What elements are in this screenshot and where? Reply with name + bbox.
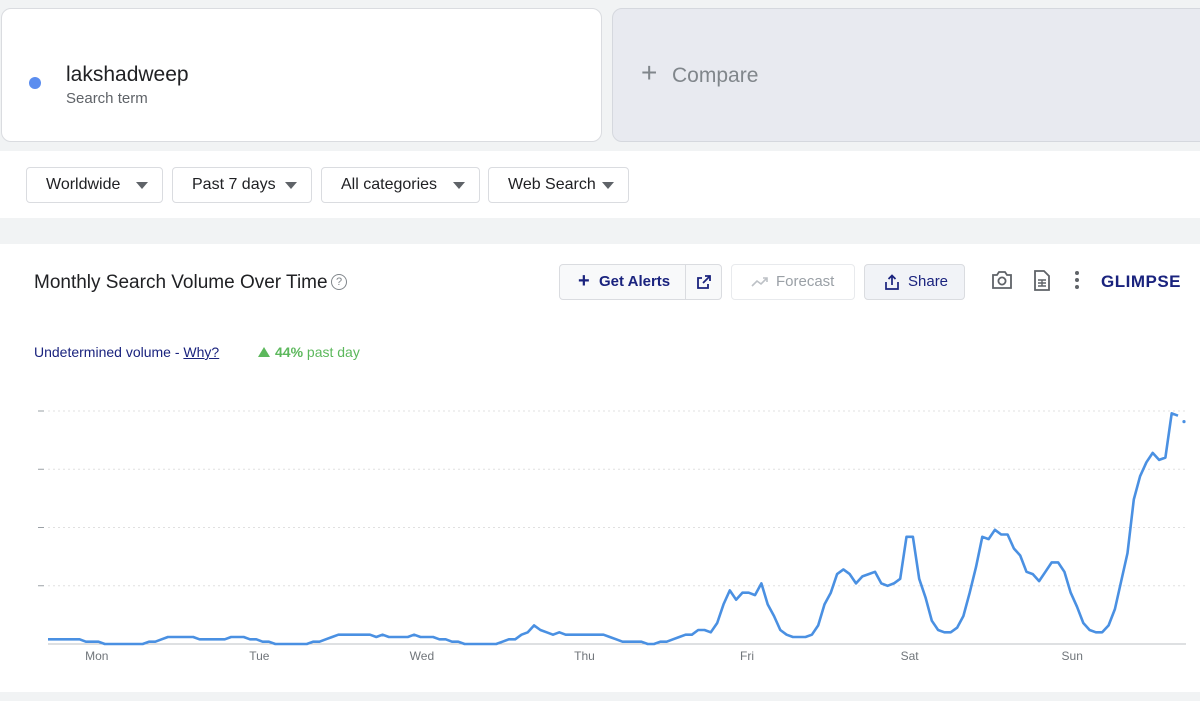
trend-suffix: past day — [303, 344, 360, 360]
help-icon[interactable]: ? — [331, 274, 347, 290]
compare-button[interactable]: + Compare — [612, 8, 1200, 142]
why-link[interactable]: Why? — [183, 344, 219, 360]
share-label: Share — [908, 273, 949, 290]
x-tick-label: Sat — [901, 649, 920, 663]
x-tick-label: Wed — [410, 649, 434, 663]
series-line — [48, 412, 1179, 646]
trend-line-icon — [751, 277, 768, 287]
filter-bar: Worldwide Past 7 days All categories Web… — [0, 151, 1200, 218]
chevron-down-icon — [285, 182, 297, 189]
x-tick-label: Tue — [249, 649, 270, 663]
filter-category-label: All categories — [341, 176, 438, 193]
chart-title: Monthly Search Volume Over Time — [34, 272, 328, 293]
external-link-icon — [697, 275, 711, 289]
filter-region-dropdown[interactable]: Worldwide — [26, 167, 163, 203]
volume-note: Undetermined volume - Why? — [34, 344, 219, 360]
chart-card: Monthly Search Volume Over Time ? + Get … — [0, 244, 1200, 692]
filter-search-type-dropdown[interactable]: Web Search — [488, 167, 629, 203]
plus-icon: + — [641, 57, 658, 88]
filter-time-dropdown[interactable]: Past 7 days — [172, 167, 312, 203]
x-tick-label: Thu — [574, 649, 595, 663]
forecast-button[interactable]: Forecast — [731, 264, 855, 300]
filter-region-label: Worldwide — [46, 176, 121, 193]
get-alerts-label: Get Alerts — [599, 273, 671, 290]
x-tick-label: Fri — [740, 649, 754, 663]
share-button[interactable]: Share — [864, 264, 965, 300]
camera-icon[interactable] — [991, 270, 1013, 290]
filter-time-label: Past 7 days — [192, 176, 276, 193]
share-icon — [885, 274, 899, 290]
search-term-card[interactable]: lakshadweep Search term — [1, 8, 602, 142]
filter-search-type-label: Web Search — [508, 176, 596, 193]
filter-category-dropdown[interactable]: All categories — [321, 167, 480, 203]
search-term-label: Search term — [66, 90, 148, 107]
chevron-down-icon — [136, 182, 148, 189]
chevron-down-icon — [453, 182, 465, 189]
open-external-button[interactable] — [685, 264, 722, 300]
x-tick-label: Mon — [85, 649, 108, 663]
trend-indicator: 44% past day — [258, 344, 360, 360]
last-data-point — [1182, 420, 1186, 424]
up-triangle-icon — [258, 347, 270, 357]
get-alerts-button[interactable]: + Get Alerts — [559, 264, 686, 300]
volume-note-text: Undetermined volume - — [34, 344, 184, 360]
trend-value: 44% — [275, 344, 304, 360]
spreadsheet-icon[interactable] — [1033, 270, 1051, 291]
more-options-icon[interactable] — [1072, 270, 1082, 290]
series-color-dot — [29, 77, 41, 89]
compare-label: Compare — [672, 64, 759, 87]
glimpse-logo: GLIMPSE — [1101, 272, 1182, 291]
forecast-label: Forecast — [776, 273, 835, 290]
search-term-name: lakshadweep — [66, 63, 189, 86]
chevron-down-icon — [602, 182, 614, 189]
search-volume-line-chart: Mon Tue Wed Thu Fri Sat Sun — [38, 410, 1186, 663]
plus-icon: + — [578, 270, 590, 292]
x-tick-label: Sun — [1062, 649, 1083, 663]
